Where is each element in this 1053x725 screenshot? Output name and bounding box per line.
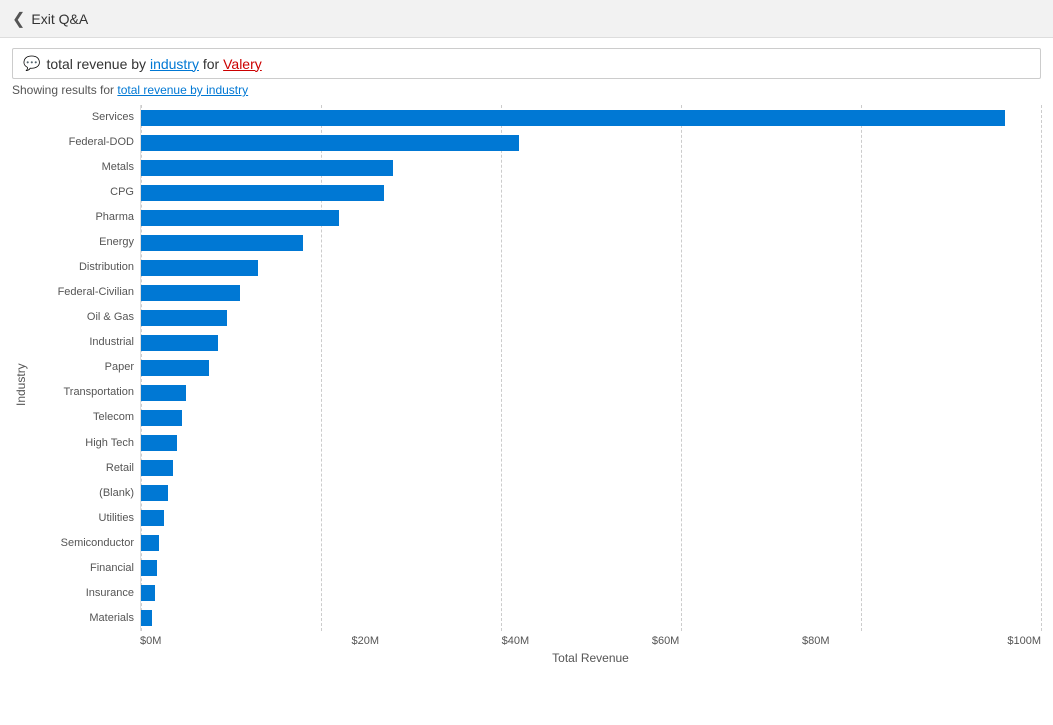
x-tick: $20M bbox=[290, 635, 440, 647]
chat-icon: 💬 bbox=[23, 55, 40, 72]
bar-row bbox=[141, 180, 1041, 205]
category-label: Materials bbox=[30, 612, 134, 625]
query-keyword-industry: industry bbox=[150, 56, 199, 72]
query-middle: for bbox=[199, 56, 223, 72]
category-label: Insurance bbox=[30, 587, 134, 600]
bar bbox=[141, 210, 339, 226]
bar bbox=[141, 485, 168, 501]
bar bbox=[141, 235, 303, 251]
exit-label: Exit Q&A bbox=[31, 11, 88, 27]
x-tick: $60M bbox=[591, 635, 741, 647]
bar bbox=[141, 110, 1005, 126]
bar bbox=[141, 435, 177, 451]
query-prefix: total revenue by bbox=[46, 56, 150, 72]
category-label: (Blank) bbox=[30, 487, 134, 500]
bar-row bbox=[141, 406, 1041, 431]
bar bbox=[141, 585, 155, 601]
bar bbox=[141, 410, 182, 426]
category-label: Financial bbox=[30, 562, 134, 575]
category-label: Federal-DOD bbox=[30, 136, 134, 149]
bar-row bbox=[141, 130, 1041, 155]
exit-button[interactable]: ❮ Exit Q&A bbox=[12, 9, 88, 29]
category-label: Semiconductor bbox=[30, 537, 134, 550]
x-tick: $0M bbox=[140, 635, 290, 647]
x-axis-label: Total Revenue bbox=[140, 651, 1041, 665]
search-bar[interactable]: 💬 total revenue by industry for Valery bbox=[12, 48, 1041, 79]
bar-row bbox=[141, 105, 1041, 130]
results-label: Showing results for total revenue by ind… bbox=[12, 83, 1041, 97]
bar-row bbox=[141, 280, 1041, 305]
category-label: Energy bbox=[30, 236, 134, 249]
bar-row bbox=[141, 431, 1041, 456]
bar bbox=[141, 385, 186, 401]
bar-row bbox=[141, 581, 1041, 606]
bar-row bbox=[141, 255, 1041, 280]
header: ❮ Exit Q&A bbox=[0, 0, 1053, 38]
chart-area: Industry Services Federal-DOD Metals CPG Pha… bbox=[12, 105, 1041, 665]
bar-row bbox=[141, 456, 1041, 481]
query-keyword-valery: Valery bbox=[223, 56, 262, 72]
category-label: Pharma bbox=[30, 211, 134, 224]
bar bbox=[141, 610, 152, 626]
bar bbox=[141, 335, 218, 351]
bar-row bbox=[141, 506, 1041, 531]
category-label: Oil & Gas bbox=[30, 311, 134, 324]
bar-row bbox=[141, 155, 1041, 180]
bars-section: Services Federal-DOD Metals CPG Pharma Energy… bbox=[30, 105, 1041, 631]
bar bbox=[141, 535, 159, 551]
category-label: Retail bbox=[30, 462, 134, 475]
bar-row bbox=[141, 531, 1041, 556]
bar-row bbox=[141, 205, 1041, 230]
x-tick: $40M bbox=[440, 635, 590, 647]
results-link[interactable]: total revenue by industry bbox=[117, 83, 248, 97]
category-label: CPG bbox=[30, 186, 134, 199]
bar bbox=[141, 310, 227, 326]
category-label: Paper bbox=[30, 361, 134, 374]
category-label: Telecom bbox=[30, 411, 134, 424]
bar bbox=[141, 135, 519, 151]
bar bbox=[141, 260, 258, 276]
bars-grid bbox=[140, 105, 1041, 631]
bar bbox=[141, 285, 240, 301]
x-axis: $0M$20M$40M$60M$80M$100M bbox=[140, 631, 1041, 647]
category-label: Industrial bbox=[30, 336, 134, 349]
category-label: Federal-Civilian bbox=[30, 286, 134, 299]
back-arrow-icon: ❮ bbox=[12, 9, 25, 29]
bar-row bbox=[141, 556, 1041, 581]
grid-line bbox=[1041, 105, 1042, 631]
bar bbox=[141, 360, 209, 376]
bar-row bbox=[141, 230, 1041, 255]
category-label: Transportation bbox=[30, 386, 134, 399]
bar-row bbox=[141, 606, 1041, 631]
x-tick: $100M bbox=[891, 635, 1041, 647]
bar bbox=[141, 460, 173, 476]
category-labels: Services Federal-DOD Metals CPG Pharma Energy… bbox=[30, 105, 140, 631]
bar-row bbox=[141, 305, 1041, 330]
bar-row bbox=[141, 481, 1041, 506]
bar bbox=[141, 510, 164, 526]
x-tick: $80M bbox=[741, 635, 891, 647]
category-label: High Tech bbox=[30, 437, 134, 450]
bar bbox=[141, 560, 157, 576]
chart-inner: Services Federal-DOD Metals CPG Pharma Energy… bbox=[30, 105, 1041, 665]
category-label: Distribution bbox=[30, 261, 134, 274]
category-label: Metals bbox=[30, 161, 134, 174]
y-axis-label: Industry bbox=[12, 105, 30, 665]
bar bbox=[141, 185, 384, 201]
bar bbox=[141, 160, 393, 176]
bar-row bbox=[141, 355, 1041, 380]
category-label: Services bbox=[30, 111, 134, 124]
bar-row bbox=[141, 330, 1041, 355]
category-label: Utilities bbox=[30, 512, 134, 525]
query-text: total revenue by industry for Valery bbox=[46, 56, 261, 72]
bar-row bbox=[141, 381, 1041, 406]
